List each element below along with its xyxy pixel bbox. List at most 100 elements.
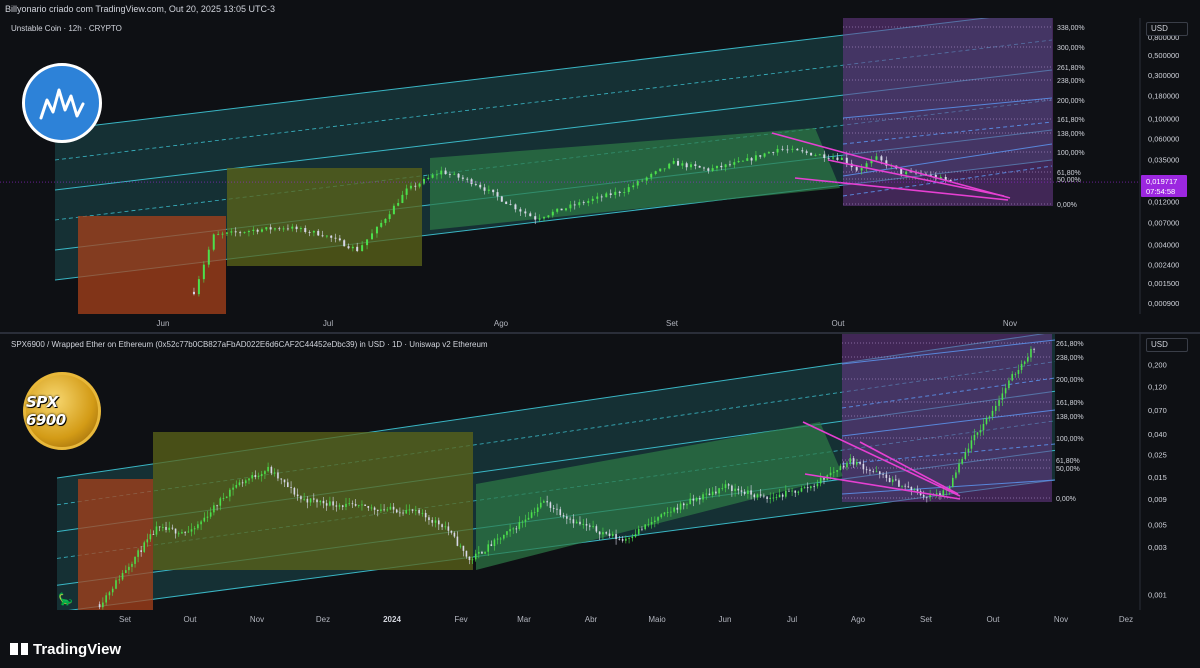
candle-body bbox=[418, 183, 421, 187]
candle-body bbox=[596, 196, 599, 199]
candle-body bbox=[468, 556, 471, 561]
candle-body bbox=[524, 211, 527, 214]
unstable-coin-chart-canvas[interactable]: 338,00% 300,00% 261,80% 238,00% 200,00% 161,8… bbox=[0, 18, 1200, 314]
currency-button[interactable]: USD bbox=[1146, 338, 1188, 352]
candle-body bbox=[569, 204, 572, 209]
time-axis-pane2[interactable]: Set Out Nov Dez 2024 Fev Mar Abr Maio Jun Jul Ago Se… bbox=[0, 610, 1200, 630]
candle-body bbox=[985, 418, 988, 424]
candle-body bbox=[587, 200, 590, 203]
candle-body bbox=[721, 488, 724, 489]
candle-body bbox=[991, 410, 994, 417]
time-tick-label: Ago bbox=[493, 319, 509, 328]
candle-body bbox=[724, 484, 727, 489]
candle-body bbox=[694, 164, 697, 166]
candle-body bbox=[515, 528, 518, 530]
candle-body bbox=[901, 485, 903, 487]
candle-body bbox=[206, 516, 209, 518]
time-axis-pane1[interactable]: Jun Jul Ago Set Out Nov bbox=[0, 314, 1200, 334]
candle-body bbox=[384, 218, 387, 223]
candle-body bbox=[470, 179, 473, 185]
candle-body bbox=[679, 503, 682, 510]
candle-body bbox=[623, 192, 626, 193]
candle-body bbox=[461, 177, 464, 179]
candle-body bbox=[840, 157, 843, 160]
chart-pane-spx6900[interactable]: 261,80% 238,00% 200,00% 161,80% 138,00% 100,0… bbox=[0, 334, 1200, 610]
candle-body bbox=[332, 501, 334, 506]
candle-body bbox=[766, 496, 768, 499]
candle-body bbox=[702, 494, 704, 500]
candle-body bbox=[295, 226, 298, 230]
candle-body bbox=[499, 538, 502, 540]
candle-body bbox=[747, 490, 749, 494]
candle-body bbox=[536, 507, 539, 512]
price-tick-label: 0,060000 bbox=[1148, 134, 1179, 143]
price-tick-label: 0,100000 bbox=[1148, 114, 1179, 123]
candle-body bbox=[763, 495, 765, 497]
candle-body bbox=[316, 499, 318, 503]
candle-body bbox=[754, 155, 757, 161]
candle-body bbox=[763, 153, 766, 157]
price-tick-label: 0,120 bbox=[1148, 383, 1167, 392]
time-tick-label: Out bbox=[986, 615, 1000, 624]
candle-body bbox=[781, 494, 784, 497]
fib-level-label: 0,00% bbox=[1056, 496, 1076, 503]
candle-body bbox=[979, 430, 982, 433]
candle-body bbox=[299, 228, 302, 230]
candle-body bbox=[317, 230, 320, 236]
fib-level-label: 138,00% bbox=[1057, 131, 1085, 138]
price-tag-value: 0,019717 bbox=[1146, 177, 1177, 186]
time-tick-label: Jul bbox=[786, 615, 798, 624]
candle-body bbox=[598, 531, 601, 535]
candle-body bbox=[1017, 369, 1020, 374]
candle-body bbox=[405, 510, 408, 514]
candle-body bbox=[146, 539, 149, 543]
candle-body bbox=[591, 198, 594, 201]
candle-body bbox=[435, 174, 438, 176]
tv-icon bbox=[10, 643, 28, 655]
candle-body bbox=[800, 488, 803, 492]
candle-body bbox=[137, 550, 139, 557]
candle-body bbox=[471, 559, 474, 561]
candle-body bbox=[836, 470, 838, 472]
candle-body bbox=[720, 165, 723, 168]
price-tick-label: 0,001500 bbox=[1148, 279, 1179, 288]
candle-body bbox=[171, 527, 174, 529]
candle-body bbox=[418, 509, 420, 514]
candle-body bbox=[441, 524, 443, 528]
candle-body bbox=[529, 213, 532, 217]
candle-body bbox=[810, 486, 812, 489]
candle-body bbox=[609, 193, 612, 195]
candle-body bbox=[767, 152, 770, 154]
candle-body bbox=[702, 167, 705, 169]
candle-body bbox=[505, 201, 508, 205]
candle-body bbox=[197, 279, 200, 295]
candle-body bbox=[128, 566, 130, 571]
candle-body bbox=[334, 237, 337, 239]
candle-body bbox=[401, 194, 404, 203]
candle-body bbox=[257, 476, 260, 478]
candle-body bbox=[260, 473, 263, 477]
price-tick-label: 0,500000 bbox=[1148, 51, 1179, 60]
candle-body bbox=[487, 544, 490, 552]
tradingview-logo[interactable]: TradingView bbox=[10, 641, 121, 658]
candle-body bbox=[904, 485, 906, 487]
dinosaur-icon: 🦕 bbox=[58, 592, 73, 606]
currency-button[interactable]: USD bbox=[1146, 22, 1188, 36]
candle-body bbox=[875, 471, 878, 473]
time-tick-label: Nov bbox=[1002, 319, 1018, 328]
candle-body bbox=[181, 532, 183, 534]
candle-body bbox=[252, 229, 255, 232]
candle-body bbox=[964, 452, 967, 460]
time-tick-label: Jul bbox=[322, 319, 334, 328]
candle-body bbox=[212, 234, 215, 250]
candle-body bbox=[715, 491, 717, 494]
candle-body bbox=[556, 208, 559, 212]
candle-body bbox=[524, 519, 527, 522]
time-tick-label: Fev bbox=[454, 615, 468, 624]
chart-pane-unstable-coin[interactable]: 338,00% 300,00% 261,80% 238,00% 200,00% 161,8… bbox=[0, 18, 1200, 314]
price-tick-label: 0,001 bbox=[1148, 591, 1167, 600]
spx6900-chart-canvas[interactable]: 261,80% 238,00% 200,00% 161,80% 138,00% 100,0… bbox=[0, 334, 1200, 610]
candle-body bbox=[695, 497, 698, 501]
candle-body bbox=[267, 466, 269, 472]
candle-body bbox=[589, 525, 591, 527]
